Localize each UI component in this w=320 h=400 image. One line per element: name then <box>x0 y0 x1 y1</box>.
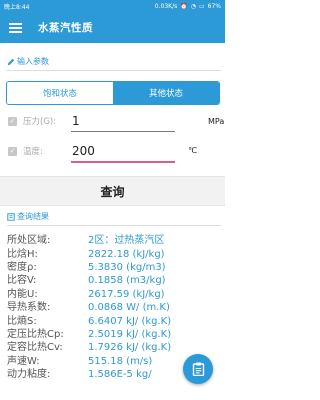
app-bar: 水蒸汽性质 <box>0 12 225 43</box>
battery-level: 67% <box>207 2 221 10</box>
state-tabs: 饱和状态 其他状态 <box>6 81 220 105</box>
alarm-icon: ⏰ <box>180 2 188 10</box>
result-label: 比容V: <box>7 275 37 287</box>
result-row: 定容比热Cv: 1.7926 kJ/ (kg.K) <box>7 341 221 354</box>
temperature-input[interactable]: 200 <box>71 141 175 161</box>
wifi-icon: ◔ <box>190 2 196 10</box>
result-row: 密度ρ: 5.3830 (kg/m3) <box>7 261 221 274</box>
result-label: 定压比热Cp: <box>7 328 64 340</box>
result-value: 2区：过热蒸汽区 <box>88 235 165 247</box>
status-time: 晚上8:44 <box>4 3 30 11</box>
result-label: 比焓H: <box>7 248 38 260</box>
result-value: 1.586E-5 kg/ <box>88 369 152 381</box>
pressure-row: ✓ 压力(G): 1 MPa <box>8 110 225 132</box>
result-label: 密度ρ: <box>7 261 37 273</box>
result-row: 所处区域: 2区：过热蒸汽区 <box>7 234 221 247</box>
result-value: 2.5019 kJ/ (kg.K) <box>88 328 172 340</box>
result-label: 声速W: <box>7 355 40 367</box>
pressure-checkbox[interactable]: ✓ <box>8 116 17 126</box>
result-label: 定容比热Cv: <box>7 342 63 354</box>
result-value: 1.7926 kJ/ (kg.K) <box>88 342 172 354</box>
input-section-title: 输入参数 <box>17 57 49 66</box>
network-speed: 0.03K/s <box>154 2 178 10</box>
pencil-icon <box>7 58 15 65</box>
temperature-underline <box>71 161 175 163</box>
result-value: 0.0868 W/ (m.K) <box>88 302 170 314</box>
clipboard-fab-button[interactable] <box>183 354 213 384</box>
query-button[interactable]: 查询 <box>0 176 225 206</box>
result-row: 定压比热Cp: 2.5019 kJ/ (kg.K) <box>7 328 221 341</box>
pressure-underline <box>71 131 175 132</box>
battery-icon: ▭ <box>198 2 205 10</box>
result-section-title: 查询结果 <box>17 212 49 221</box>
result-section-header: 查询结果 <box>7 211 49 222</box>
status-icons: 0.03K/s ⏰ ◔ ▭ 67% <box>155 3 221 10</box>
result-value: 2617.59 (kJ/kg) <box>88 288 165 300</box>
result-label: 内能U: <box>7 288 38 300</box>
input-section-header: 输入参数 <box>7 56 49 67</box>
list-icon <box>7 212 15 221</box>
result-value: 5.3830 (kg/m3) <box>88 261 166 273</box>
pressure-label: 压力(G): <box>23 117 57 127</box>
divider <box>7 70 221 71</box>
tab-other-state[interactable]: 其他状态 <box>113 82 219 104</box>
result-value: 6.6407 kJ/ (kg.K) <box>88 315 172 327</box>
app-title: 水蒸汽性质 <box>38 22 93 34</box>
temperature-checkbox[interactable]: ✓ <box>8 146 17 156</box>
result-row: 比焓H: 2822.18 (kJ/kg) <box>7 247 221 260</box>
divider <box>7 225 221 226</box>
status-bar: 晚上8:44 0.03K/s ⏰ ◔ ▭ 67% <box>0 0 225 12</box>
temperature-unit: ℃ <box>188 146 197 155</box>
pressure-unit: MPa <box>208 117 225 126</box>
temperature-label: 温度: <box>23 147 43 157</box>
result-label: 导热系数: <box>7 302 51 314</box>
menu-icon[interactable] <box>9 22 22 33</box>
result-label: 比熵S: <box>7 315 37 327</box>
result-row: 内能U: 2617.59 (kJ/kg) <box>7 288 221 301</box>
pressure-input[interactable]: 1 <box>71 111 175 131</box>
result-row: 比熵S: 6.6407 kJ/ (kg.K) <box>7 314 221 327</box>
result-value: 2822.18 (kJ/kg) <box>88 248 165 260</box>
clipboard-icon <box>192 362 204 376</box>
tab-saturated[interactable]: 饱和状态 <box>7 82 113 104</box>
result-row: 比容V: 0.1858 (m3/kg) <box>7 274 221 287</box>
result-label: 动力粘度: <box>7 369 51 381</box>
result-row: 导热系数: 0.0868 W/ (m.K) <box>7 301 221 314</box>
result-label: 所处区域: <box>7 235 51 247</box>
result-value: 515.18 (m/s) <box>88 355 153 367</box>
temperature-row: ✓ 温度: 200 ℃ <box>8 140 222 163</box>
result-value: 0.1858 (m3/kg) <box>88 275 166 287</box>
